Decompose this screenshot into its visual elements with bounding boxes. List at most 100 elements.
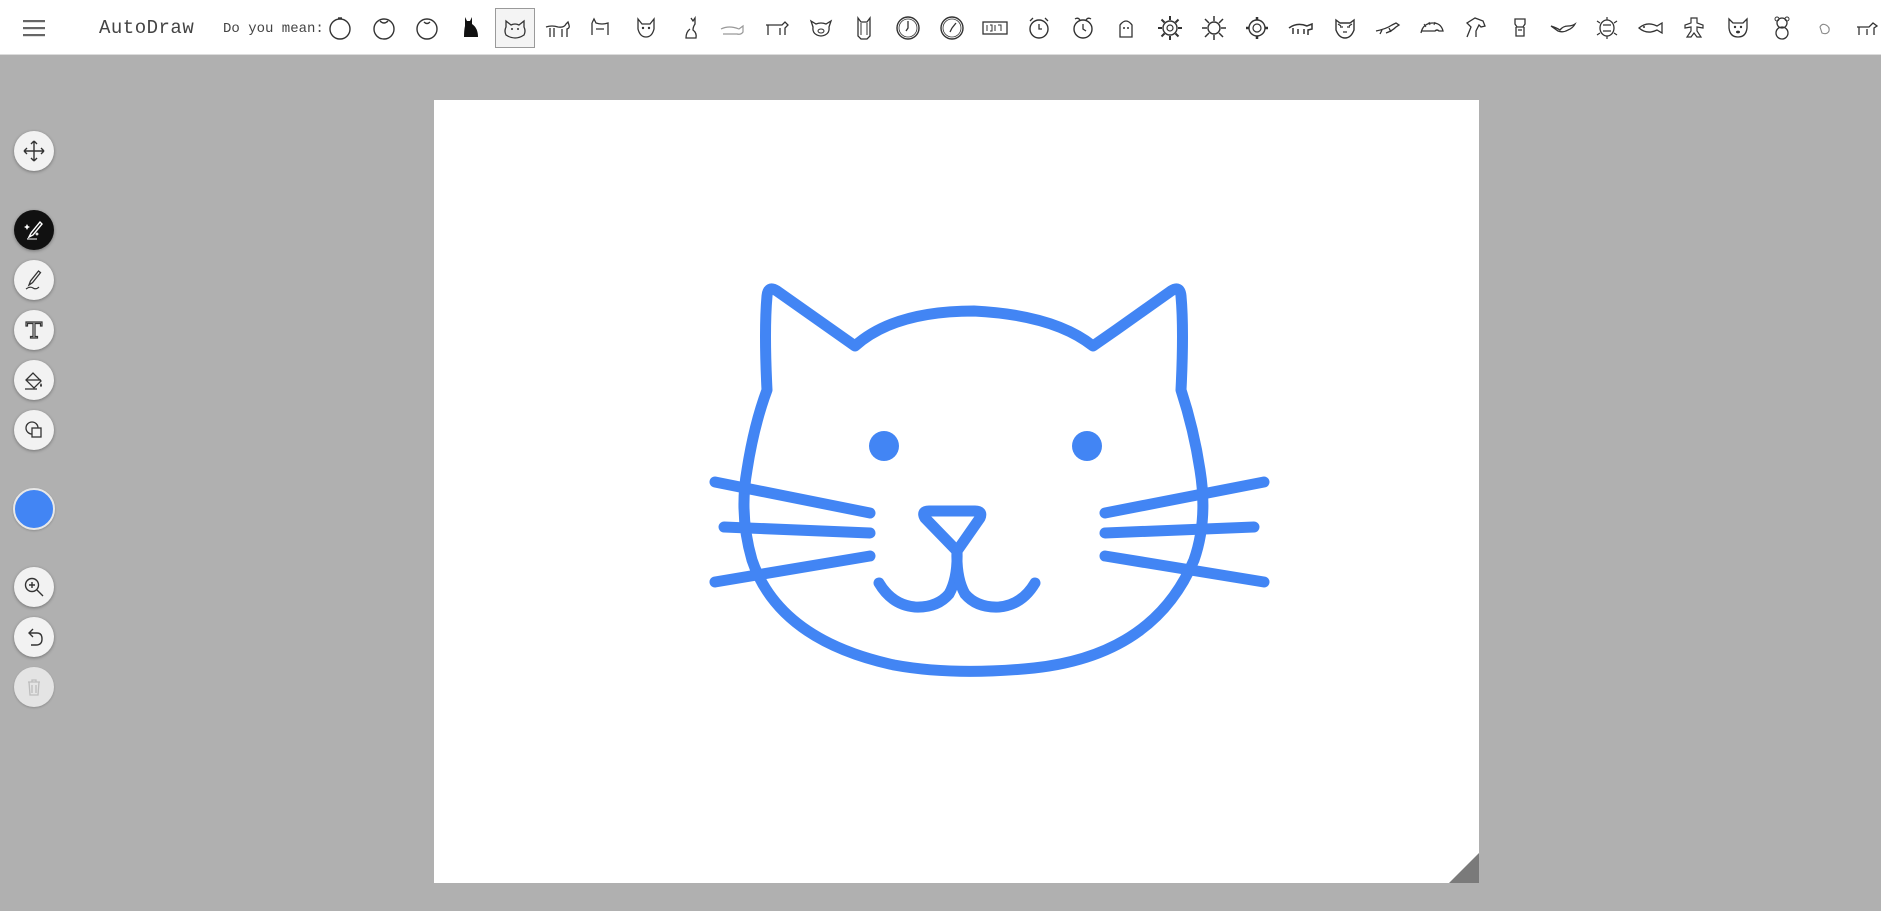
paint-bucket-icon	[25, 372, 42, 390]
magic-pen-icon	[24, 220, 43, 240]
hamburger-icon	[23, 20, 45, 37]
suggestion-item[interactable]	[1106, 8, 1146, 48]
autodraw-tool[interactable]	[14, 210, 54, 250]
suggestion-item[interactable]	[844, 8, 884, 48]
fill-tool[interactable]	[14, 360, 54, 400]
move-tool[interactable]	[14, 131, 54, 171]
whisker	[709, 550, 876, 588]
suggestion-item[interactable]	[1237, 8, 1277, 48]
trash-icon	[28, 679, 40, 696]
suggestion-item[interactable]	[1674, 8, 1714, 48]
cat-mouth	[873, 545, 963, 613]
suggestion-item[interactable]	[801, 8, 841, 48]
suggestion-item[interactable]	[407, 8, 447, 48]
suggestion-item[interactable]	[320, 8, 360, 48]
cat-silhouette-icon	[464, 16, 479, 37]
gear-icon	[1246, 16, 1269, 39]
gear-icon	[1158, 15, 1183, 40]
suggestion-item[interactable]	[1805, 8, 1845, 48]
suggestion-item[interactable]	[757, 8, 797, 48]
circle-icon	[329, 16, 351, 40]
dog-icon	[765, 20, 789, 35]
turtle-icon	[1596, 16, 1618, 39]
circle-icon	[416, 17, 439, 40]
move-icon	[23, 140, 45, 162]
lamp-icon	[1513, 17, 1526, 37]
suggestion-item[interactable]	[1631, 8, 1671, 48]
cat-face-icon	[504, 19, 526, 39]
suggestion-item[interactable]	[932, 8, 972, 48]
horse-icon	[1465, 16, 1486, 37]
menu-button[interactable]	[14, 10, 54, 46]
suggestion-item[interactable]	[1500, 8, 1540, 48]
animal-icon	[1857, 21, 1879, 35]
alarm-clock-icon	[1029, 17, 1049, 39]
suggestion-item[interactable]	[1281, 8, 1321, 48]
cat-eye-right	[1072, 431, 1102, 461]
clock-icon	[939, 15, 964, 40]
cat-lying-icon	[720, 24, 744, 35]
clock-icon	[896, 15, 920, 40]
suggestion-item[interactable]	[1019, 8, 1059, 48]
cat-face-icon	[637, 16, 655, 38]
suggestion-item[interactable]	[1849, 8, 1881, 48]
undo-icon	[28, 628, 43, 646]
cat-nose	[918, 505, 987, 557]
cat-icon	[591, 17, 609, 35]
cat-face-drawing	[709, 283, 1270, 677]
zoom-tool[interactable]	[14, 567, 54, 607]
suggestions-label: Do you mean:	[223, 21, 324, 37]
suggestion-item[interactable]	[975, 8, 1015, 48]
whisker	[709, 476, 876, 519]
undo-button[interactable]	[14, 617, 54, 657]
type-tool[interactable]	[14, 310, 54, 350]
suggestion-item[interactable]	[1194, 8, 1234, 48]
alarm-clock-icon	[1072, 17, 1093, 39]
suggestion-item[interactable]	[1325, 8, 1365, 48]
suggestion-item-selected[interactable]	[494, 7, 535, 48]
bird-icon	[1819, 23, 1831, 34]
suggestion-item[interactable]	[1412, 8, 1452, 48]
app-title: AutoDraw	[99, 17, 195, 39]
suggestion-item[interactable]	[1456, 8, 1496, 48]
delete-button[interactable]	[14, 667, 54, 707]
suggestion-item[interactable]	[713, 8, 753, 48]
cat-sitting-icon	[684, 15, 697, 39]
suggestion-item[interactable]	[538, 8, 578, 48]
suggestion-item[interactable]	[1369, 8, 1409, 48]
suggestion-item[interactable]	[1543, 8, 1583, 48]
suggestion-item[interactable]	[582, 8, 622, 48]
tiger-face-icon	[1335, 18, 1355, 39]
suggestion-item[interactable]	[888, 8, 928, 48]
owl-icon	[857, 15, 871, 40]
suggestion-item[interactable]	[364, 8, 404, 48]
text-icon	[25, 321, 43, 339]
face-icon	[1119, 19, 1134, 38]
suggestion-item[interactable]	[1150, 8, 1190, 48]
shape-tool[interactable]	[14, 410, 54, 450]
drawing-canvas[interactable]	[434, 100, 1479, 883]
shapes-icon	[25, 421, 42, 438]
suggestion-item[interactable]	[1063, 8, 1103, 48]
pencil-icon	[25, 270, 42, 290]
suggestion-item[interactable]	[1718, 8, 1758, 48]
suggestion-item[interactable]	[451, 8, 491, 48]
draw-tool[interactable]	[14, 260, 54, 300]
suggestion-item[interactable]	[1762, 8, 1802, 48]
digital-clock-icon	[982, 20, 1008, 35]
sun-icon	[1201, 15, 1226, 40]
suggestion-item[interactable]	[670, 8, 710, 48]
cat-walking-icon	[546, 20, 571, 37]
canvas-resize-handle[interactable]	[1449, 853, 1479, 883]
suggestion-item[interactable]	[1587, 8, 1627, 48]
whisker	[718, 521, 876, 539]
color-picker-button[interactable]	[13, 488, 55, 530]
top-bar: AutoDraw Do you mean:	[0, 0, 1881, 55]
suggestion-item[interactable]	[626, 8, 666, 48]
cat-mouth	[951, 545, 1041, 613]
hedgehog-icon	[1420, 21, 1445, 33]
teddy-bear-icon	[1774, 16, 1790, 40]
animal-icon	[1288, 22, 1313, 35]
zoom-in-icon	[24, 577, 44, 597]
whisker	[1099, 476, 1270, 519]
